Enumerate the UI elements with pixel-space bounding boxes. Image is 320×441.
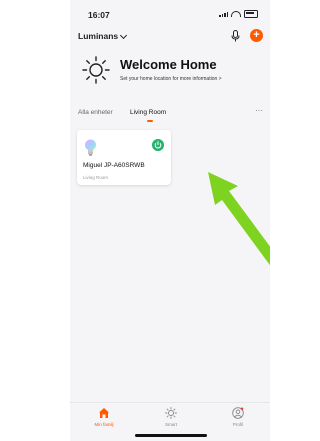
- arrow-pointer-icon: [208, 172, 270, 266]
- active-tab-indicator: [147, 120, 153, 122]
- welcome-banner[interactable]: Welcome Home Set your home location for …: [82, 52, 267, 94]
- home-selector[interactable]: Luminans: [78, 31, 128, 41]
- tab-all-devices[interactable]: Alla enheter: [78, 109, 113, 116]
- cellular-signal-icon: [219, 11, 228, 17]
- nav-item-home[interactable]: Min familj: [84, 407, 124, 427]
- room-tabs: Alla enheter Living Room ···: [70, 106, 270, 124]
- microphone-icon[interactable]: [231, 30, 240, 42]
- nav-item-smart[interactable]: Smart: [151, 407, 191, 427]
- phone-screen: 16:07 Luminans + Welcome Home Set your h…: [70, 0, 270, 440]
- home-header: Luminans +: [70, 27, 270, 47]
- status-bar: 16:07: [70, 0, 270, 28]
- light-bulb-icon: [85, 139, 96, 156]
- nav-label-home: Min familj: [94, 422, 114, 427]
- nav-label-profile: Profil: [232, 422, 244, 427]
- battery-icon: [244, 10, 258, 18]
- sun-icon: [82, 56, 110, 84]
- wifi-icon: [231, 11, 241, 17]
- welcome-subtitle-text: Set your home location for more informat…: [120, 76, 218, 82]
- tab-living-room[interactable]: Living Room: [130, 109, 166, 116]
- more-icon[interactable]: ···: [255, 106, 263, 115]
- device-name: Miguel JP-A60SRWB: [83, 162, 145, 169]
- device-room: Living Room: [83, 175, 109, 180]
- add-button[interactable]: +: [250, 29, 263, 42]
- status-icons: [219, 10, 258, 18]
- welcome-title: Welcome Home: [120, 57, 217, 72]
- home-name: Luminans: [78, 31, 119, 41]
- nav-label-smart: Smart: [164, 422, 177, 427]
- chevron-down-icon: [120, 31, 128, 39]
- profile-icon: [232, 407, 244, 419]
- status-time: 16:07: [88, 10, 110, 20]
- chevron-right-icon: >: [218, 76, 222, 82]
- welcome-subtitle: Set your home location for more informat…: [120, 76, 222, 82]
- home-icon: [99, 408, 109, 418]
- nav-item-profile[interactable]: Profil: [218, 407, 258, 427]
- power-toggle-button[interactable]: [152, 139, 164, 151]
- home-indicator: [135, 434, 207, 437]
- device-card[interactable]: Miguel JP-A60SRWB Living Room: [77, 130, 171, 185]
- sun-icon: [165, 407, 177, 419]
